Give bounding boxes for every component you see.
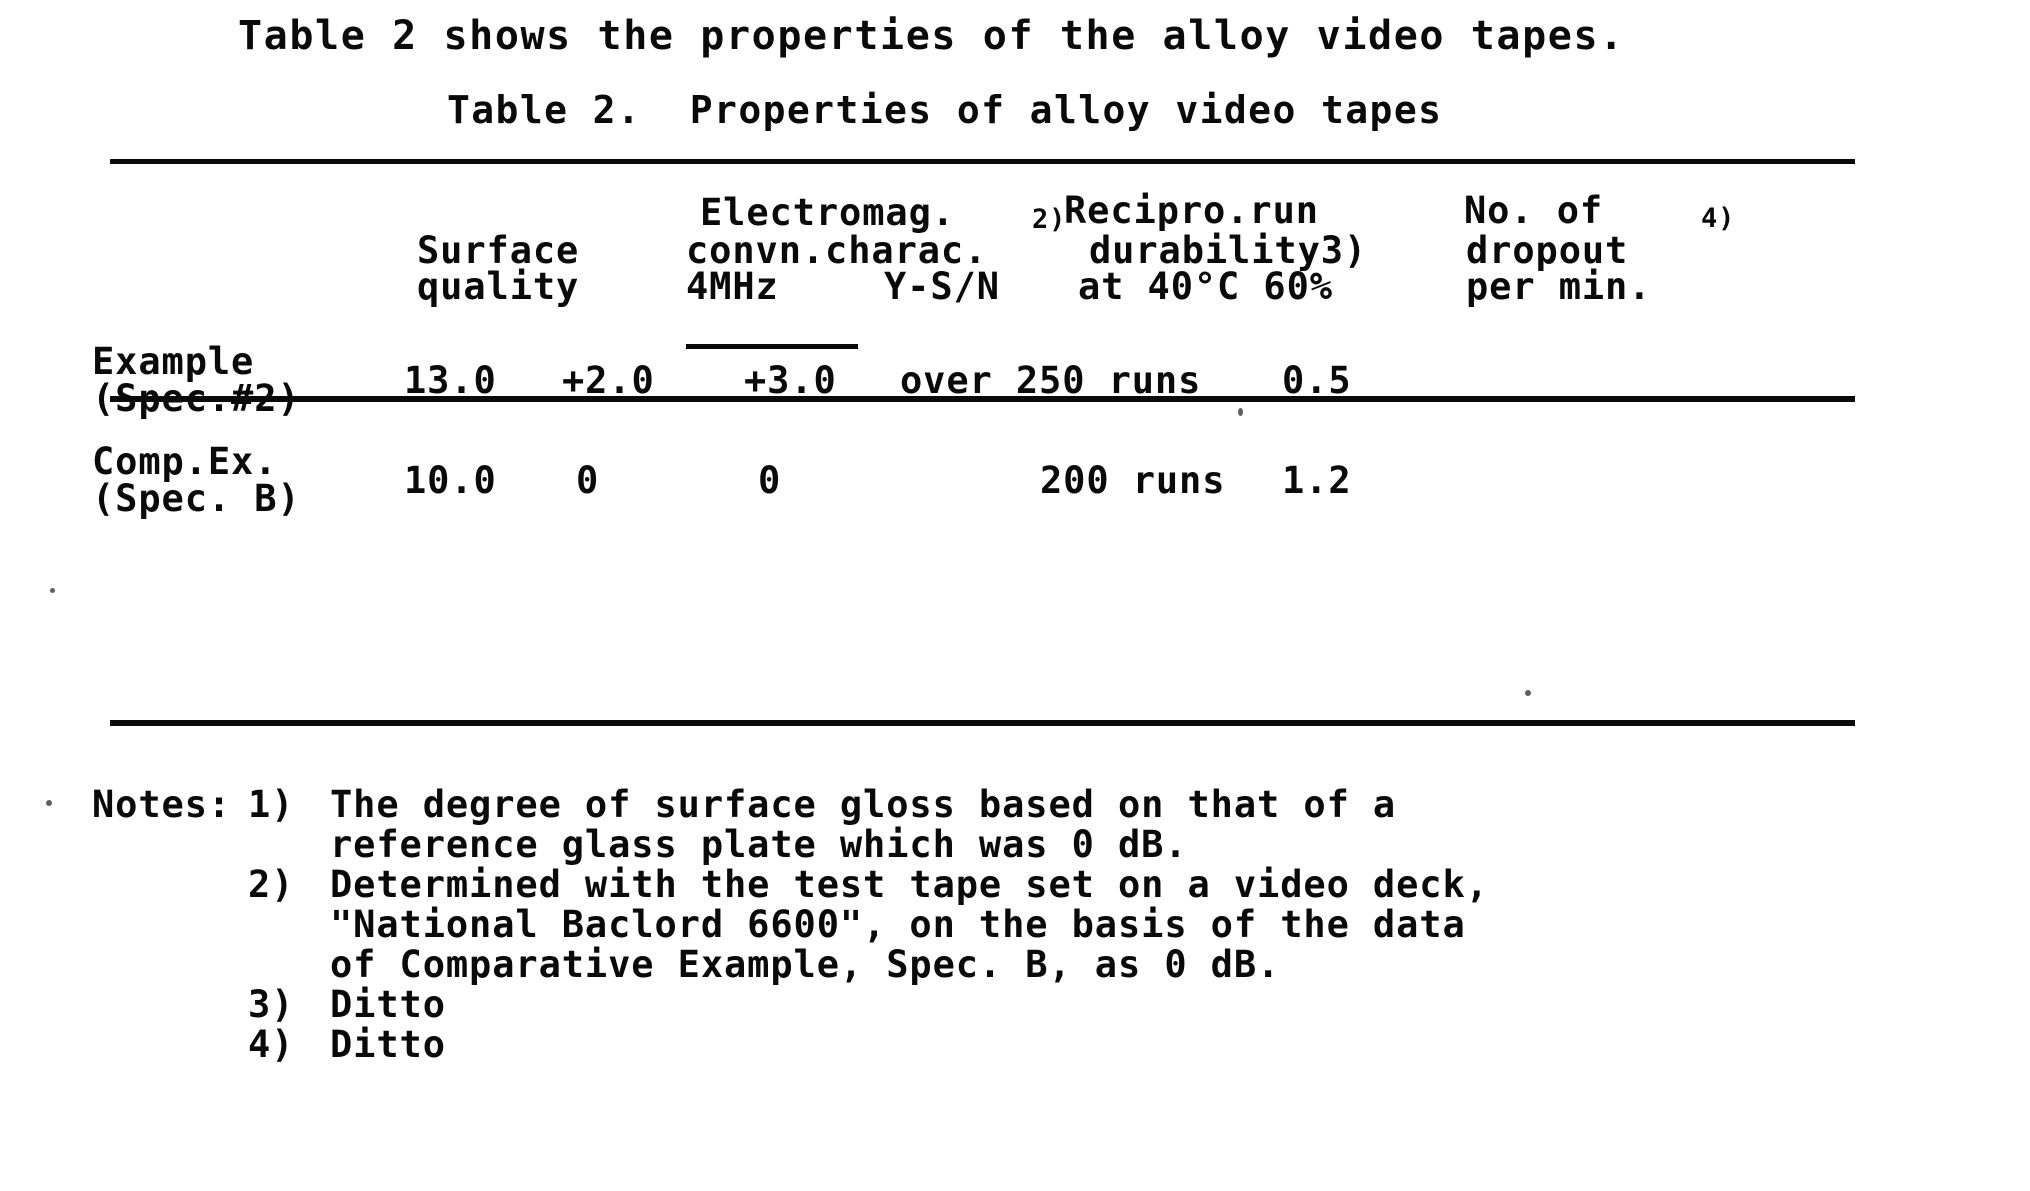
header-dropout: dropout [1466, 229, 1629, 272]
note-marker-3: 3) [248, 983, 295, 1026]
header-test-conditions: at 40°C 60% [1078, 265, 1333, 308]
notes-heading: Notes: [92, 783, 232, 826]
note-marker-2: 2) [248, 863, 295, 906]
table-row-label-sub: (Spec.#2) [92, 377, 301, 420]
table-cell-durability: 200 runs [1040, 459, 1226, 502]
table-cell-4mhz: 0 [576, 459, 600, 502]
header-electromag: Electromag. [700, 191, 955, 234]
note-text-1-line-2: reference glass plate which was 0 dB. [330, 823, 1188, 866]
header-recipro-run: Recipro.run [1064, 189, 1319, 232]
header-convn-charac: convn.charac. [686, 229, 988, 272]
header-durability: durability3) [1089, 229, 1368, 272]
scan-speck [1525, 690, 1531, 696]
table-cell-dropout: 1.2 [1282, 459, 1352, 502]
header-electromag-footnote-ref: 2) [1032, 204, 1067, 235]
note-marker-1: 1) [248, 783, 295, 826]
table-top-rule [110, 159, 1855, 164]
table-cell-dropout: 0.5 [1282, 359, 1352, 402]
table-row-label: Example [92, 340, 255, 383]
table-cell-4mhz: +2.0 [562, 359, 655, 402]
note-text-2-line-3: of Comparative Example, Spec. B, as 0 dB… [330, 943, 1281, 986]
note-text-2-line-1: Determined with the test tape set on a v… [330, 863, 1489, 906]
header-4mhz: 4MHz [686, 265, 779, 308]
header-y-sn: Y-S/N [884, 265, 1000, 308]
table-cell-surface-quality: 10.0 [404, 459, 497, 502]
table-cell-durability: over 250 runs [900, 359, 1202, 402]
scan-speck [46, 800, 52, 806]
header-surface: Surface [417, 229, 580, 272]
header-dropout-footnote-ref: 4) [1701, 203, 1736, 234]
note-text-4-line-1: Ditto [330, 1023, 446, 1066]
header-no-of: No. of [1464, 189, 1604, 232]
table-caption: Table 2. Properties of alloy video tapes [447, 88, 1443, 132]
header-quality: quality [417, 265, 580, 308]
intro-sentence: Table 2 shows the properties of the allo… [238, 13, 1625, 59]
table-row-label-sub: (Spec. B) [92, 477, 301, 520]
note-text-1-line-1: The degree of surface gloss based on tha… [330, 783, 1397, 826]
scan-speck [50, 588, 55, 593]
header-per-min: per min. [1466, 265, 1652, 308]
table-row-label: Comp.Ex. [92, 440, 278, 483]
scan-speck [1238, 408, 1243, 416]
note-text-2-line-2: "National Baclord 6600", on the basis of… [330, 903, 1466, 946]
note-marker-4: 4) [248, 1023, 295, 1066]
document-page: Table 2 shows the properties of the allo… [0, 0, 2030, 1191]
table-cell-surface-quality: 13.0 [404, 359, 497, 402]
convn-charac-underline [686, 344, 858, 349]
table-cell-y-sn: 0 [758, 459, 782, 502]
note-text-3-line-1: Ditto [330, 983, 446, 1026]
table-cell-y-sn: +3.0 [744, 359, 837, 402]
table-bottom-rule [110, 720, 1855, 726]
